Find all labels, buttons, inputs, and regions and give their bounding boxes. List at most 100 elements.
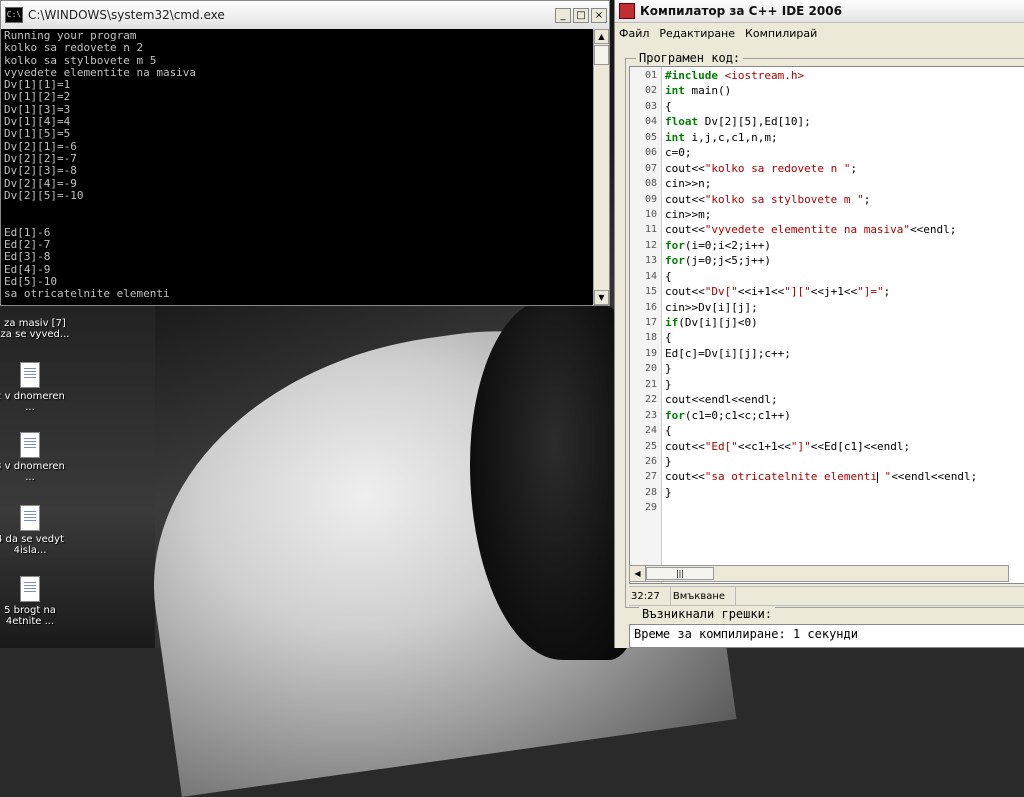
code-text: if(Dv[i][j]<0) [661,315,758,330]
ide-title-bar[interactable]: Компилатор за C++ IDE 2006 [615,0,1024,23]
code-token: } [665,377,672,391]
code-editor[interactable]: 01 #include <iostream.h> 02 int main() 03 {04… [629,66,1024,584]
minimize-button[interactable]: _ [555,7,571,23]
code-line: 02 int main() [630,83,1024,98]
line-number: 11 [644,224,657,236]
scroll-thumb[interactable]: ||| [646,567,714,580]
console-line: Ed[4]-9 [4,262,51,276]
code-text: float Dv[2][5],Ed[10]; [661,114,811,129]
code-line: 04 float Dv[2][5],Ed[10]; [630,114,1024,129]
code-line: 05 int i,j,c,c1,n,m; [630,130,1024,145]
code-text: cout<<"vyvedete elementite na masiva"<<e… [661,222,956,237]
code-token: { [665,424,672,438]
close-button[interactable]: × [591,7,607,23]
scroll-left-button[interactable]: ◀ [630,566,646,581]
line-number: 07 [644,162,657,174]
code-text: { [661,99,672,114]
code-line: 07 cout<<"kolko sa redovete n "; [630,161,1024,176]
code-line: 29 [630,500,1024,515]
errors-output[interactable]: Време за компилиране: 1 секунди [629,624,1024,648]
console-line: Dv[2][4]=-9 [4,176,77,190]
code-token: <<c1+1<< [737,439,791,453]
menu-compile[interactable]: Компилирай [745,27,817,40]
scroll-up-button[interactable]: ▲ [594,29,609,44]
scroll-down-button[interactable]: ▼ [594,290,609,305]
cmd-console-output[interactable]: Running your program kolko sa redovete n … [1,29,593,305]
line-number: 20 [644,363,657,375]
code-token: #include [665,69,718,82]
line-number: 24 [644,425,657,437]
ide-app-icon[interactable] [619,3,635,19]
menu-edit[interactable]: Редактиране [659,27,735,40]
code-line: 16 cin>>Dv[i][j]; [630,300,1024,315]
line-number: 21 [644,378,657,390]
code-line: 26} [630,454,1024,469]
code-token: } [665,362,672,376]
status-bar: 32:27 Вмъкване [629,586,1024,606]
document-icon [20,432,40,458]
desktop-icon-1[interactable]: za masiv [7] za se vyved... [0,318,70,340]
desktop-icon-4[interactable]: 4 da se vedyt 4isla... [0,505,65,556]
line-number: 06 [644,147,657,159]
console-line: Dv[1][2]=2 [4,90,71,104]
code-line: 08 cin>>n; [630,176,1024,191]
code-token: Ed[c]=Dv[i][j];c++; [665,346,791,360]
code-line: 03 { [630,99,1024,114]
code-token: i,j,c,c1,n,m; [684,130,778,144]
cmd-vertical-scrollbar[interactable]: ▲ ▼ [593,29,609,305]
code-token: (j=0;j<5;j++) [684,254,771,268]
cmd-app-icon[interactable]: C:\ [5,7,23,23]
scroll-thumb[interactable] [594,45,609,65]
code-token: main() [684,84,732,98]
code-token: "sa otricatelnite elementi [704,470,877,484]
code-text: for(i=0;i<2;i++) [661,238,771,253]
line-number: 02 [644,85,657,97]
code-text: for(c1=0;c1<c;c1++) [661,408,791,423]
code-text: int main() [661,83,731,98]
ide-menu-bar: Файл Редактиране Компилирай [615,23,1024,43]
document-icon [20,362,40,388]
console-line: Dv[2][1]=-6 [4,139,77,153]
code-token: <<endl; [910,223,957,237]
code-token: cout<< [665,161,705,175]
menu-file[interactable]: Файл [619,27,649,40]
code-text: } [661,454,672,469]
desktop-icon-2[interactable]: 2 v dnomeren ... [0,362,65,413]
code-line: 09 cout<<"kolko sa stylbovete m "; [630,192,1024,207]
code-line: 25 cout<<"Ed["<<c1+1<<"]"<<Ed[c1]<<endl; [630,439,1024,454]
desktop-icon-3[interactable]: 3 v dnomeren ... [0,432,65,483]
document-icon [20,576,40,602]
code-line: 27 cout<<"sa otricatelnite elementi "<<en… [630,469,1024,484]
desktop-icon-5[interactable]: 5 brogt na 4etnite ... [0,576,65,627]
code-token: { [665,99,672,113]
code-token: "]" [790,439,811,453]
code-token: cin>>m; [665,207,712,221]
cmd-window[interactable]: C:\ C:\WINDOWS\system32\cmd.exe _ □ × Ru… [0,0,610,306]
code-text: { [661,330,672,345]
line-number: 16 [644,301,657,313]
console-line: Ed[3]-8 [4,250,51,264]
code-group-label: Програмен код: [636,51,744,65]
code-text: int i,j,c,c1,n,m; [661,130,778,145]
code-token: { [665,331,672,345]
line-number: 08 [644,178,657,190]
line-number: 17 [644,317,657,328]
desktop-icon-label: 2 v dnomeren ... [0,391,65,413]
code-line: 12 for(i=0;i<2;i++) [630,238,1024,253]
code-line: 01 #include <iostream.h> [630,68,1024,83]
errors-label: Възникнали грешки: [639,607,776,621]
console-line: Dv[1][3]=3 [4,102,71,116]
code-line: 22 cout<<endl<<endl; [630,392,1024,407]
code-line: 21} [630,377,1024,392]
code-text: cin>>Dv[i][j]; [661,300,758,315]
cmd-title-bar[interactable]: C:\ C:\WINDOWS\system32\cmd.exe _ □ × [1,1,609,30]
editor-horizontal-scrollbar[interactable]: ◀ ||| [629,565,1009,582]
code-token: (i=0;i<2;i++) [684,238,771,252]
line-number: 27 [644,471,657,483]
console-line: Dv[1][4]=4 [4,115,71,129]
code-token: } [665,485,672,499]
maximize-button[interactable]: □ [573,7,589,23]
ide-window[interactable]: Компилатор за C++ IDE 2006 Файл Редактир… [614,0,1024,648]
code-token: ; [863,192,871,206]
